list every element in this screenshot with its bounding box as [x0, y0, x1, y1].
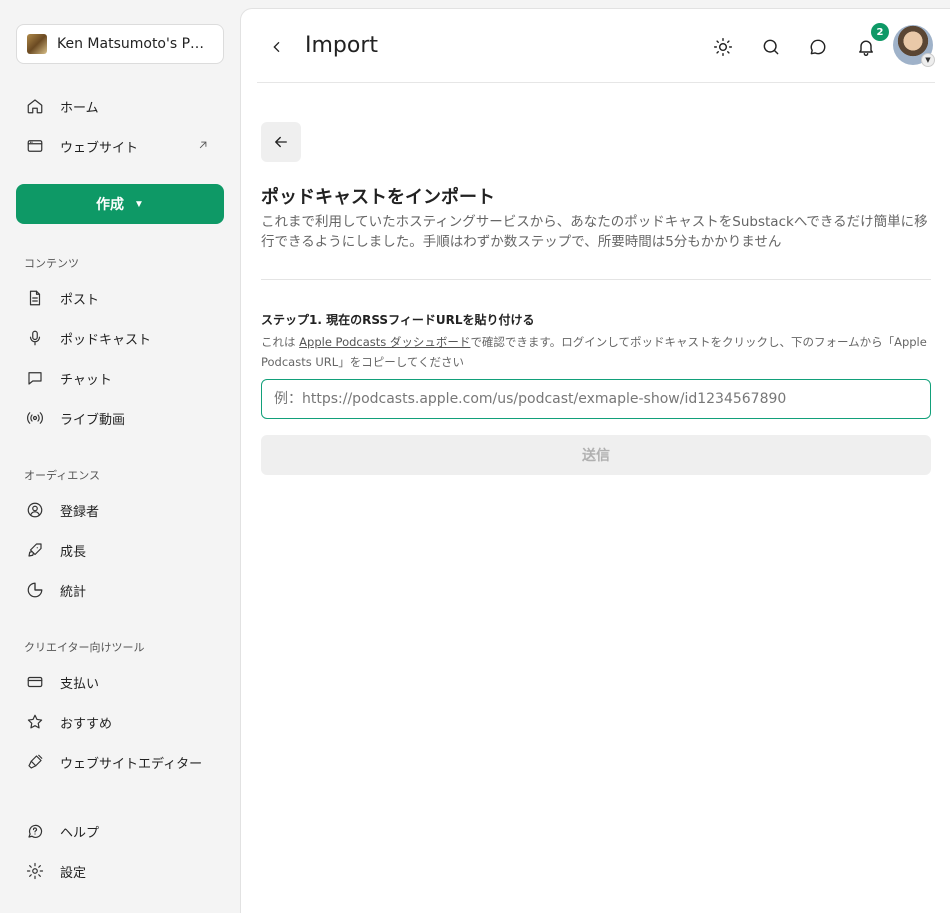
- sidebar-item-label: 設定: [60, 865, 87, 881]
- back-arrow-button[interactable]: [261, 122, 301, 162]
- credit-card-icon: [26, 673, 44, 691]
- sidebar-item-label: ウェブサイト: [60, 140, 139, 156]
- sidebar-item-label: ポッドキャスト: [60, 332, 152, 348]
- import-heading: ポッドキャストをインポート: [261, 187, 495, 208]
- external-link-icon: [196, 138, 210, 152]
- publication-switcher[interactable]: Ken Matsumoto's PO...: [16, 24, 224, 64]
- sidebar-item-label: ホーム: [60, 100, 99, 116]
- sidebar-item-website[interactable]: ウェブサイト: [16, 128, 224, 164]
- rocket-icon: [26, 541, 44, 559]
- user-circle-icon: [26, 501, 44, 519]
- broadcast-icon: [26, 409, 44, 427]
- submit-button[interactable]: 送信: [261, 435, 931, 475]
- apple-podcasts-dashboard-link[interactable]: Apple Podcasts ダッシュボード: [299, 335, 470, 349]
- import-description: これまで利用していたホスティングサービスから、あなたのポッドキャストをSubst…: [261, 214, 928, 250]
- step-help-prefix: これは: [261, 335, 300, 349]
- browser-window-icon: [26, 137, 44, 155]
- sidebar-item-label: ヘルプ: [60, 825, 100, 841]
- rss-url-input[interactable]: [261, 379, 931, 419]
- notification-badge: 2: [871, 23, 889, 41]
- section-label-creator-tools: クリエイター向けツール: [24, 641, 145, 654]
- sidebar-item-live-video[interactable]: ライブ動画: [16, 400, 224, 436]
- step-title: ステップ1. 現在のRSSフィードURLを貼り付ける: [261, 313, 535, 327]
- document-icon: [26, 289, 44, 307]
- microphone-icon: [26, 329, 44, 347]
- sidebar-item-growth[interactable]: 成長: [16, 532, 224, 568]
- sidebar-item-payments[interactable]: 支払い: [16, 664, 224, 700]
- paintbrush-icon: [26, 753, 44, 771]
- caret-down-icon: ▼: [134, 198, 144, 210]
- publication-logo: [27, 34, 47, 54]
- main-panel: Import 2 ▼ ポッドキャストをインポート これまで利用していたホスティン…: [240, 8, 950, 913]
- home-icon: [26, 97, 44, 115]
- sidebar-item-stats[interactable]: 統計: [16, 572, 224, 608]
- star-icon: [26, 713, 44, 731]
- create-button-label: 作成: [96, 196, 125, 212]
- step-help: これは Apple Podcasts ダッシュボードで確認できます。ログインして…: [261, 332, 933, 372]
- section-label-audience: オーディエンス: [24, 469, 101, 482]
- sidebar-item-label: 支払い: [60, 676, 100, 692]
- sidebar-item-settings[interactable]: 設定: [16, 853, 224, 889]
- pie-chart-icon: [26, 581, 44, 599]
- avatar-caret-down-icon[interactable]: ▼: [921, 53, 935, 67]
- search-icon[interactable]: [759, 35, 783, 59]
- sidebar-item-recommendations[interactable]: おすすめ: [16, 704, 224, 740]
- theme-toggle-sun-icon[interactable]: [711, 35, 735, 59]
- sidebar: Ken Matsumoto's PO... ホーム ウェブサイト 作成 ▼ コン…: [0, 0, 240, 913]
- sidebar-item-website-editor[interactable]: ウェブサイトエディター: [16, 744, 224, 780]
- top-header: Import 2 ▼: [257, 9, 935, 83]
- publication-name: Ken Matsumoto's PO...: [57, 36, 213, 52]
- sidebar-item-chat[interactable]: チャット: [16, 360, 224, 396]
- sidebar-item-label: ライブ動画: [60, 412, 126, 428]
- chat-icon[interactable]: [806, 35, 830, 59]
- sidebar-item-label: ウェブサイトエディター: [60, 756, 203, 772]
- sidebar-item-help[interactable]: ヘルプ: [16, 813, 224, 849]
- sidebar-item-label: 登録者: [60, 504, 100, 520]
- help-icon: [26, 822, 44, 840]
- sidebar-item-home[interactable]: ホーム: [16, 88, 224, 124]
- sidebar-item-podcast[interactable]: ポッドキャスト: [16, 320, 224, 356]
- sidebar-item-label: チャット: [60, 372, 112, 388]
- create-button[interactable]: 作成 ▼: [16, 184, 224, 224]
- gear-icon: [26, 862, 44, 880]
- back-chevron-icon[interactable]: [267, 35, 287, 59]
- section-label-content: コンテンツ: [24, 257, 79, 270]
- arrow-left-icon: [275, 136, 287, 148]
- sidebar-item-posts[interactable]: ポスト: [16, 280, 224, 316]
- sidebar-item-label: 統計: [60, 584, 87, 600]
- chat-bubble-icon: [26, 369, 44, 387]
- page-title: Import: [305, 33, 379, 58]
- sidebar-item-label: ポスト: [60, 292, 100, 308]
- divider: [261, 279, 931, 280]
- sidebar-item-label: 成長: [60, 544, 87, 560]
- sidebar-item-label: おすすめ: [60, 716, 113, 732]
- sidebar-item-subscribers[interactable]: 登録者: [16, 492, 224, 528]
